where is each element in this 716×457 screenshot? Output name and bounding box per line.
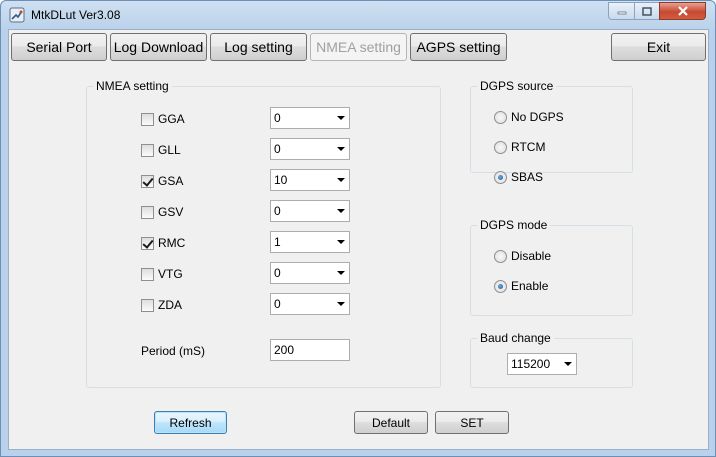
gga-rate-value: 0 (274, 111, 281, 125)
gsa-rate-dropdown[interactable]: 10 (270, 169, 350, 191)
gll-rate-dropdown[interactable]: 0 (270, 138, 350, 160)
gga-label: GGA (158, 112, 185, 126)
nmea-row-rmc[interactable]: RMC (141, 236, 185, 250)
gll-label: GLL (158, 143, 181, 157)
default-button[interactable]: Default (354, 411, 428, 434)
nmea-setting-group (86, 86, 441, 388)
sbas-label: SBAS (511, 170, 544, 184)
minimize-icon (617, 11, 626, 15)
chevron-down-icon (337, 209, 345, 213)
gll-rate-value: 0 (274, 142, 281, 156)
chevron-down-icon (337, 178, 345, 182)
close-icon (677, 6, 688, 16)
radio-sbas[interactable]: SBAS (494, 170, 543, 184)
nmea-row-gll[interactable]: GLL (141, 143, 181, 157)
gsv-rate-value: 0 (274, 204, 281, 218)
nmea-row-gsv[interactable]: GSV (141, 205, 183, 219)
gsa-checkbox[interactable] (141, 174, 154, 188)
maximize-icon (642, 6, 652, 16)
radio-disable[interactable]: Disable (494, 249, 551, 263)
zda-label: ZDA (158, 298, 182, 312)
vtg-checkbox[interactable] (141, 267, 154, 281)
disable-label: Disable (511, 249, 552, 263)
chevron-down-icon (337, 240, 345, 244)
gsa-rate-value: 10 (274, 173, 288, 187)
baud-rate-dropdown[interactable]: 115200 (507, 353, 577, 375)
tab-nmea-setting[interactable]: NMEA setting (310, 33, 407, 61)
satellite-app-icon (9, 7, 25, 23)
period-input[interactable]: 200 (270, 339, 350, 361)
nmea-setting-legend: NMEA setting (93, 79, 172, 93)
chevron-down-icon (337, 147, 345, 151)
nmea-row-gga[interactable]: GGA (141, 112, 185, 126)
baud-rate-value: 115200 (511, 357, 551, 371)
gsv-checkbox[interactable] (141, 205, 154, 219)
gga-rate-dropdown[interactable]: 0 (270, 107, 350, 129)
tab-log-download[interactable]: Log Download (110, 33, 207, 61)
radio-rtcm[interactable]: RTCM (494, 140, 545, 154)
gsa-label: GSA (158, 174, 184, 188)
vtg-rate-value: 0 (274, 266, 281, 280)
dgps-source-legend: DGPS source (477, 79, 557, 93)
radio-enable[interactable]: Enable (494, 279, 548, 293)
client-area: Serial Port Log Download Log setting NME… (8, 29, 709, 450)
maximize-button[interactable] (634, 2, 660, 20)
enable-radio[interactable] (494, 279, 507, 293)
set-button[interactable]: SET (435, 411, 509, 434)
rtcm-radio[interactable] (494, 140, 507, 154)
gga-checkbox[interactable] (141, 112, 154, 126)
nmea-row-gsa[interactable]: GSA (141, 174, 183, 188)
nmea-row-vtg[interactable]: VTG (141, 267, 183, 281)
tab-agps-setting[interactable]: AGPS setting (410, 33, 507, 61)
dgps-source-group (470, 86, 633, 173)
title-bar[interactable]: MtkDLut Ver3.08 (1, 1, 715, 29)
window-title: MtkDLut Ver3.08 (31, 8, 121, 22)
chevron-down-icon (337, 271, 345, 275)
period-value: 200 (274, 343, 295, 357)
baud-change-legend: Baud change (477, 331, 554, 345)
zda-checkbox[interactable] (141, 298, 154, 312)
rtcm-label: RTCM (511, 140, 546, 154)
zda-rate-dropdown[interactable]: 0 (270, 293, 350, 315)
no-dgps-label: No DGPS (511, 110, 564, 124)
gsv-label: GSV (158, 205, 184, 219)
dgps-mode-group (470, 225, 633, 316)
chevron-down-icon (337, 302, 345, 306)
gll-checkbox[interactable] (141, 143, 154, 157)
chevron-down-icon (564, 362, 572, 366)
radio-no-dgps[interactable]: No DGPS (494, 110, 564, 124)
refresh-button[interactable]: Refresh (154, 411, 227, 434)
disable-radio[interactable] (494, 249, 507, 263)
close-button[interactable] (659, 2, 706, 20)
vtg-rate-dropdown[interactable]: 0 (270, 262, 350, 284)
sbas-radio[interactable] (494, 170, 507, 184)
tab-log-setting[interactable]: Log setting (210, 33, 307, 61)
gsv-rate-dropdown[interactable]: 0 (270, 200, 350, 222)
no-dgps-radio[interactable] (494, 110, 507, 124)
app-window: MtkDLut Ver3.08 Serial Port Log Download… (0, 0, 716, 457)
chevron-down-icon (337, 116, 345, 120)
tab-serial-port[interactable]: Serial Port (11, 33, 107, 61)
rmc-rate-value: 1 (274, 235, 281, 249)
period-label: Period (mS) (141, 344, 206, 358)
enable-label: Enable (511, 279, 549, 293)
rmc-rate-dropdown[interactable]: 1 (270, 231, 350, 253)
rmc-checkbox[interactable] (141, 236, 154, 250)
exit-button[interactable]: Exit (611, 33, 706, 61)
rmc-label: RMC (158, 236, 186, 250)
nmea-row-zda[interactable]: ZDA (141, 298, 182, 312)
zda-rate-value: 0 (274, 297, 281, 311)
dgps-mode-legend: DGPS mode (477, 218, 551, 232)
minimize-button[interactable] (608, 2, 635, 20)
vtg-label: VTG (158, 267, 183, 281)
